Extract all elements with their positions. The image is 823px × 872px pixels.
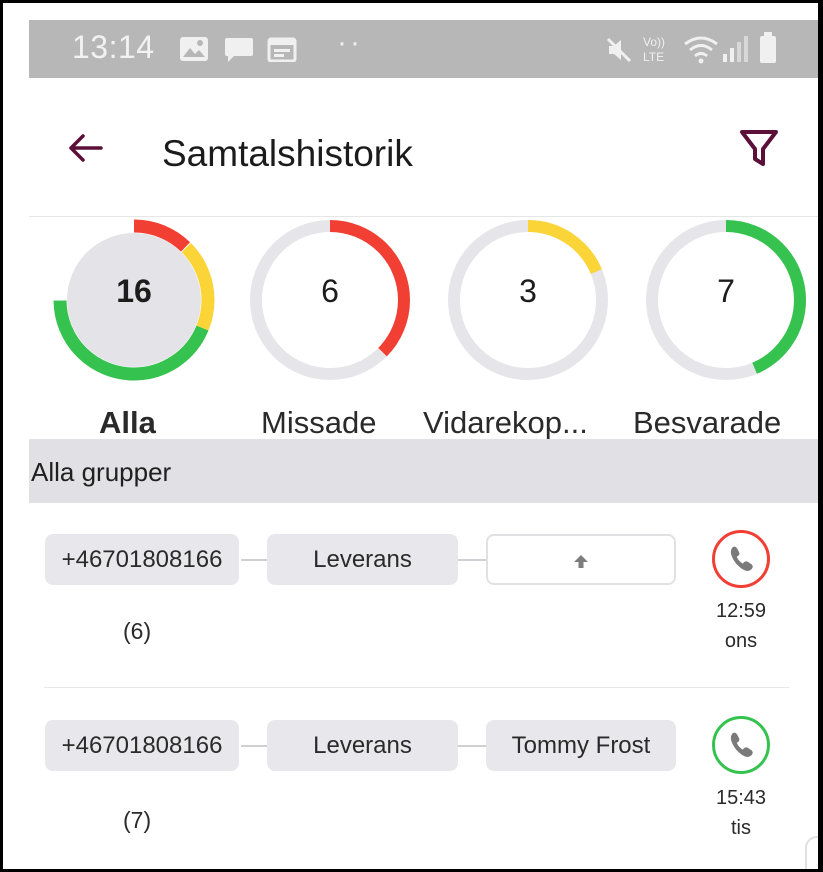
stat-count: 7 xyxy=(717,273,735,309)
caller-number-chip: +46701808166 xyxy=(45,720,239,771)
connector-line xyxy=(458,745,486,747)
phone-answered-icon xyxy=(712,716,770,774)
arrow-up-icon xyxy=(574,554,588,568)
group-filter-bar[interactable]: Alla grupper xyxy=(29,439,818,503)
more-dots-icon: ·· xyxy=(337,26,363,59)
arrow-left-icon[interactable] xyxy=(65,128,105,168)
call-time: 15:43 xyxy=(715,787,767,809)
calendar-icon xyxy=(267,37,297,62)
group-chip: Leverans xyxy=(267,720,458,771)
stat-answered[interactable]: 7 Besvarade xyxy=(633,215,818,455)
stat-count: 6 xyxy=(321,273,339,309)
status-time: 13:14 xyxy=(72,29,155,65)
call-day: ons xyxy=(724,630,758,652)
scroll-hint xyxy=(805,836,818,869)
svg-text:Vo)): Vo)) xyxy=(643,35,665,49)
stat-count: 16 xyxy=(116,273,152,309)
stat-count: 3 xyxy=(519,273,537,309)
call-count: (7) xyxy=(123,807,152,833)
caller-number-chip: +46701808166 xyxy=(45,534,239,585)
phone-missed-icon xyxy=(712,530,770,588)
stat-missed[interactable]: 6 Missade xyxy=(245,215,435,455)
stat-ring-all: 16 xyxy=(49,215,219,385)
stat-label: Besvarade xyxy=(633,405,782,440)
status-bar: 13:14 ·· Vo)) LTE xyxy=(29,20,818,78)
filter-icon[interactable] xyxy=(737,126,781,170)
stat-ring-answered: 7 xyxy=(641,215,811,385)
message-icon xyxy=(225,38,253,62)
stat-label: Vidarekop... xyxy=(423,405,588,440)
agent-chip: Tommy Frost xyxy=(486,720,676,771)
stat-ring-forwarded: 3 xyxy=(443,215,613,385)
call-row[interactable]: +46701808166 Leverans Tommy Frost (7) 15… xyxy=(29,688,818,869)
wifi-icon xyxy=(684,36,718,64)
connector-line xyxy=(241,559,267,561)
app-bar: Samtalshistorik xyxy=(29,78,818,217)
call-day: tis xyxy=(731,817,751,839)
connector-line xyxy=(241,745,267,747)
image-icon xyxy=(180,37,208,61)
page-title: Samtalshistorik xyxy=(162,133,413,174)
stat-ring-missed: 6 xyxy=(245,215,415,385)
stat-forwarded[interactable]: 3 Vidarekop... xyxy=(423,215,633,455)
mute-icon xyxy=(606,37,632,63)
app-screen: 13:14 ·· Vo)) LTE Samtalshistorik 16 All… xyxy=(29,20,818,869)
group-chip: Leverans xyxy=(267,534,458,585)
call-count: (6) xyxy=(123,618,152,644)
signal-icon xyxy=(723,36,748,62)
group-filter-label: Alla grupper xyxy=(31,457,172,487)
call-row[interactable]: +46701808166 Leverans (6) 12:59 ons xyxy=(29,503,818,688)
agent-chip-empty xyxy=(486,534,676,585)
svg-text:LTE: LTE xyxy=(643,50,664,64)
volte-icon: Vo)) LTE xyxy=(643,35,665,64)
screen-frame: 13:14 ·· Vo)) LTE Samtalshistorik 16 All… xyxy=(0,0,823,872)
stat-all[interactable]: 16 Alla xyxy=(49,215,239,455)
connector-line xyxy=(458,559,486,561)
battery-icon xyxy=(760,32,776,63)
stat-label: Missade xyxy=(261,405,377,440)
call-time: 12:59 xyxy=(715,600,767,622)
stat-label: Alla xyxy=(99,405,156,440)
